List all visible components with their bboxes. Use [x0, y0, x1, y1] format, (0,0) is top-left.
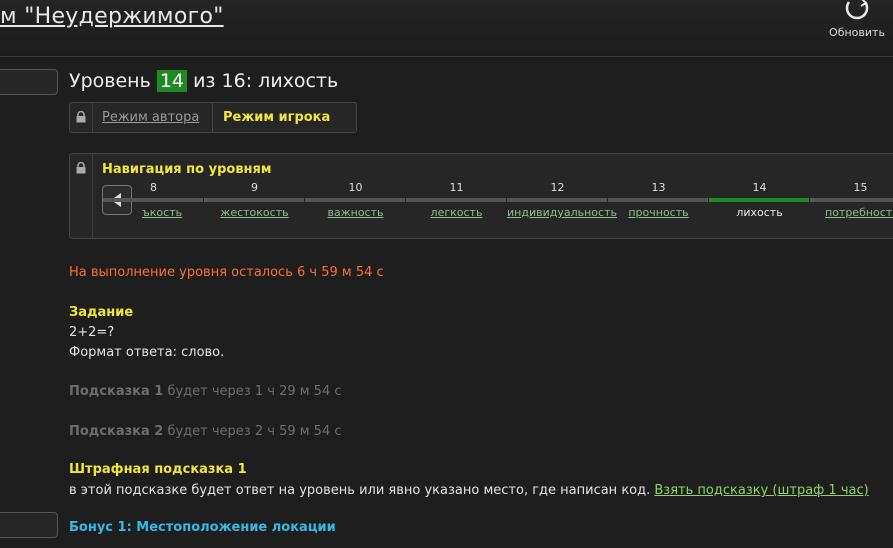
navigation-title: Навигация по уровням [102, 162, 272, 177]
penalty-hint-title: Штрафная подсказка 1 [69, 462, 247, 477]
hint-2: Подсказка 2 будет через 2 ч 59 м 54 с [69, 424, 342, 439]
level-nav-name[interactable]: жестокость [204, 206, 305, 219]
level-nav-bar [507, 198, 607, 202]
level-nav-bar [608, 198, 708, 202]
level-nav-number: 14 [752, 181, 767, 194]
level-nav-item[interactable]: 15 потребность [810, 181, 893, 231]
task-text-line: 2+2=? [69, 325, 115, 340]
level-nav-number: 10 [348, 181, 363, 194]
hint-label: Подсказка 1 [69, 384, 164, 399]
lock-icon [76, 111, 86, 123]
task-text-line: Формат ответа: слово. [69, 345, 225, 360]
level-nav-name[interactable]: важность [305, 206, 406, 219]
level-nav-item[interactable]: 11 легкость [406, 181, 507, 231]
level-nav-item-current: 14 лихость [709, 181, 810, 231]
level-nav-name[interactable]: потребность [810, 206, 893, 219]
nav-lock-area [70, 154, 93, 238]
hint-label: Подсказка 2 [69, 424, 164, 439]
level-nav-name: лихость [736, 206, 783, 219]
level-nav-name[interactable]: индивидуальность [507, 206, 617, 219]
penalty-hint-text: в этой подсказке будет ответ на уровень … [69, 483, 651, 498]
level-nav-number: 9 [251, 181, 258, 194]
level-nav-number: 11 [449, 181, 464, 194]
refresh-label: Обновить [829, 26, 885, 39]
hint-1: Подсказка 1 будет через 1 ч 29 м 54 с [69, 384, 342, 399]
mode-switcher: Режим автора Режим игрока [69, 102, 357, 133]
level-nav-bar-current [709, 198, 809, 202]
level-nav-number: 8 [150, 181, 157, 194]
level-timer: На выполнение уровня осталось 6 ч 59 м 5… [69, 265, 384, 280]
author-mode-link[interactable]: Режим автора [102, 110, 199, 125]
level-title: Уровень 14 из 16: лихость [69, 70, 338, 92]
level-nav-bar [204, 198, 304, 202]
level-nav-item[interactable]: 8 ъкость [103, 181, 204, 231]
level-nav-name[interactable]: легкость [406, 206, 507, 219]
top-bar: м "Неудержимого" Обновить [0, 0, 893, 57]
lock-icon [76, 162, 86, 174]
level-nav-item[interactable]: 9 жестокость [204, 181, 305, 231]
take-hint-link[interactable]: Взять подсказку (штраф 1 час) [654, 483, 868, 498]
refresh-icon [845, 0, 869, 20]
level-prefix: Уровень [69, 70, 151, 92]
level-nav-bar [305, 198, 405, 202]
level-nav-bar [810, 198, 893, 202]
level-nav-number: 13 [651, 181, 666, 194]
level-number-badge: 14 [156, 70, 188, 92]
hint-countdown: будет через 2 ч 59 м 54 с [163, 424, 342, 439]
game-title-link[interactable]: м "Неудержимого" [0, 4, 224, 29]
mode-lock-area [70, 103, 93, 132]
hint-countdown: будет через 1 ч 29 м 54 с [163, 384, 342, 399]
penalty-hint-line: в этой подсказке будет ответ на уровень … [69, 483, 869, 498]
task-title: Задание [69, 305, 134, 320]
mode-divider [212, 103, 213, 132]
level-suffix: из 16: лихость [193, 70, 339, 92]
level-nav-name[interactable]: прочность [608, 206, 709, 219]
level-nav-bar [406, 198, 506, 202]
level-nav-bar [103, 198, 203, 202]
level-nav-item[interactable]: 10 важность [305, 181, 406, 231]
level-nav-number: 12 [550, 181, 565, 194]
level-nav-item[interactable]: 13 прочность [608, 181, 709, 231]
level-nav-name[interactable]: ъкость [103, 206, 204, 219]
refresh-button[interactable]: Обновить [826, 0, 888, 50]
bonus-title-link[interactable]: Бонус 1: Местоположение локации [69, 520, 336, 535]
level-nav-number: 15 [853, 181, 868, 194]
player-mode-label: Режим игрока [223, 110, 331, 125]
level-nav-item[interactable]: 12 индивидуальность [507, 181, 617, 231]
level-navigation-panel: Навигация по уровням 8 ъкость 9 жестокос… [69, 153, 893, 239]
left-side-tab-bottom[interactable] [0, 512, 58, 538]
left-side-tab-top[interactable] [0, 69, 58, 95]
